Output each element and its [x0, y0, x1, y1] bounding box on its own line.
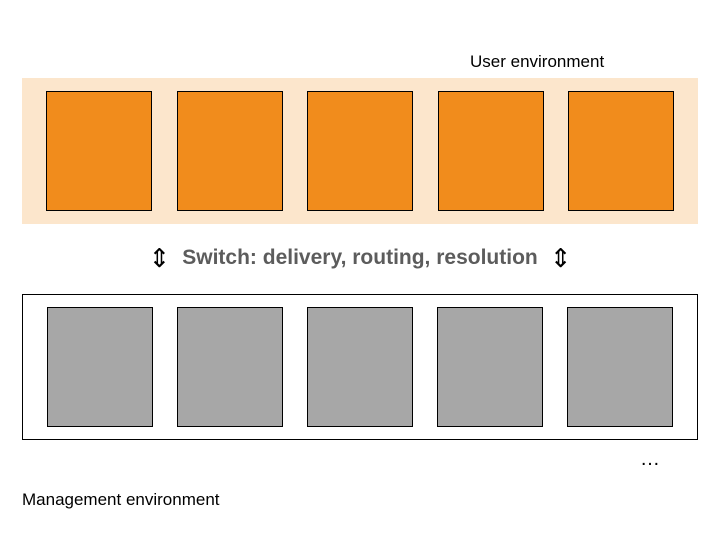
switch-label: Switch: delivery, routing, resolution — [182, 246, 537, 270]
management-environment-label: Management environment — [22, 490, 220, 510]
user-box — [46, 91, 152, 211]
user-environment-band — [22, 78, 698, 224]
management-environment-band — [22, 294, 698, 440]
mgmt-box — [307, 307, 413, 427]
ellipsis: … — [640, 448, 660, 471]
mgmt-box — [567, 307, 673, 427]
user-box — [177, 91, 283, 211]
user-box — [438, 91, 544, 211]
updown-arrow-icon: ⇕ — [148, 245, 170, 271]
mgmt-box — [47, 307, 153, 427]
switch-row: ⇕ Switch: delivery, routing, resolution … — [0, 245, 720, 271]
user-environment-label: User environment — [470, 52, 604, 72]
user-box — [568, 91, 674, 211]
mgmt-box — [437, 307, 543, 427]
mgmt-box — [177, 307, 283, 427]
user-box — [307, 91, 413, 211]
updown-arrow-icon: ⇕ — [550, 245, 572, 271]
